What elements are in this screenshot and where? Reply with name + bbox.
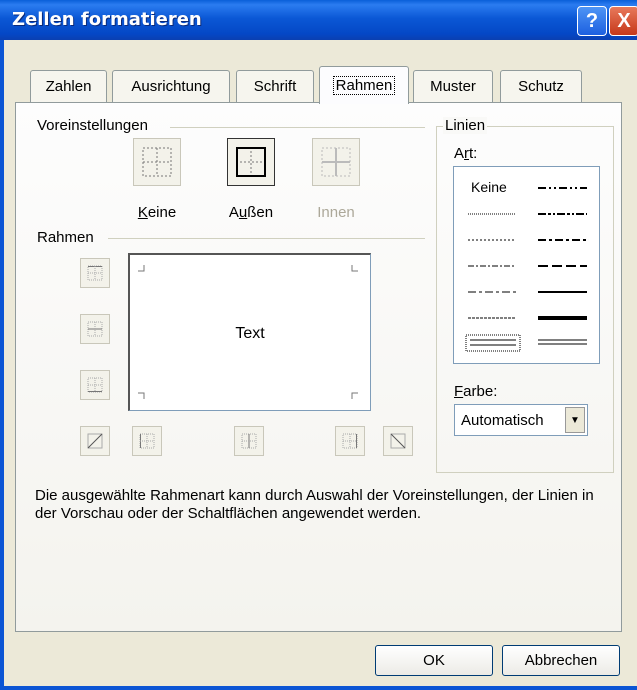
tab-rahmen[interactable]: Rahmen xyxy=(319,66,409,104)
description-text: Die ausgewählte Rahmenart kann durch Aus… xyxy=(35,487,594,522)
preset-none-button[interactable] xyxy=(133,138,181,186)
dropdown-arrow-icon[interactable]: ▼ xyxy=(565,407,585,433)
tab-zahlen[interactable]: Zahlen xyxy=(30,70,107,102)
line-style-swatches[interactable] xyxy=(454,167,599,363)
border-right-icon xyxy=(342,433,358,449)
lines-group-label: Linien xyxy=(443,117,488,134)
border-diagonal-down-icon xyxy=(390,433,406,449)
preset-inside-label: Innen xyxy=(317,204,355,221)
presets-group-label: Voreinstellungen xyxy=(37,117,148,134)
border-inside-horizontal-button[interactable] xyxy=(80,314,110,344)
line-color-select[interactable]: Automatisch ▼ xyxy=(454,404,588,436)
window-frame-bottom xyxy=(0,686,637,690)
close-button[interactable]: X xyxy=(609,6,637,36)
border-group-label: Rahmen xyxy=(37,229,94,246)
help-button[interactable]: ? xyxy=(577,6,607,36)
border-inside-vertical-icon xyxy=(241,433,257,449)
window-title: Zellen formatieren xyxy=(12,9,202,30)
tab-ausrichtung[interactable]: Ausrichtung xyxy=(112,70,230,102)
line-color-label: Farbe: xyxy=(454,383,498,400)
border-right-button[interactable] xyxy=(335,426,365,456)
border-left-button[interactable] xyxy=(132,426,162,456)
preset-outline-button[interactable] xyxy=(227,138,275,186)
border-inside-vertical-button[interactable] xyxy=(234,426,264,456)
border-diagonal-up-icon xyxy=(87,433,103,449)
title-bar[interactable]: Zellen formatieren ? X xyxy=(0,0,637,40)
tab-schutz[interactable]: Schutz xyxy=(500,70,582,102)
ok-button[interactable]: OK xyxy=(375,645,493,676)
border-bottom-button[interactable] xyxy=(80,370,110,400)
border-bottom-icon xyxy=(87,377,103,393)
border-diagonal-down-button[interactable] xyxy=(383,426,413,456)
line-color-value: Automatisch xyxy=(461,412,544,429)
border-left-icon xyxy=(139,433,155,449)
preset-outline-label: Außen xyxy=(228,204,274,221)
preview-text: Text xyxy=(235,325,265,342)
preset-none-mnemonic: K xyxy=(137,204,148,221)
window-frame-left xyxy=(0,40,4,690)
border-divider xyxy=(108,238,425,239)
border-top-icon xyxy=(87,265,103,281)
tab-muster[interactable]: Muster xyxy=(413,70,493,102)
border-inside-horizontal-icon xyxy=(87,321,103,337)
preset-outline-icon xyxy=(236,147,266,177)
line-style-mnemonic: r xyxy=(464,145,470,162)
preset-none-label: Keine xyxy=(137,204,177,221)
border-diagonal-up-button[interactable] xyxy=(80,426,110,456)
line-style-list[interactable]: Keine xyxy=(453,166,600,364)
preset-none-icon xyxy=(142,147,172,177)
tab-schrift[interactable]: Schrift xyxy=(236,70,314,102)
dialog-window: Zellen formatieren ? X Zahlen Ausrichtun… xyxy=(0,0,637,690)
presets-divider xyxy=(170,127,425,128)
preset-inside-icon xyxy=(321,147,351,177)
border-top-button[interactable] xyxy=(80,258,110,288)
border-preview[interactable]: Text xyxy=(128,253,371,411)
line-style-label: Art: xyxy=(454,145,478,162)
preset-outline-mnemonic: u xyxy=(238,204,248,221)
preset-inside-button[interactable] xyxy=(312,138,360,186)
line-color-mnemonic: F xyxy=(454,383,464,400)
cancel-button[interactable]: Abbrechen xyxy=(502,645,620,676)
